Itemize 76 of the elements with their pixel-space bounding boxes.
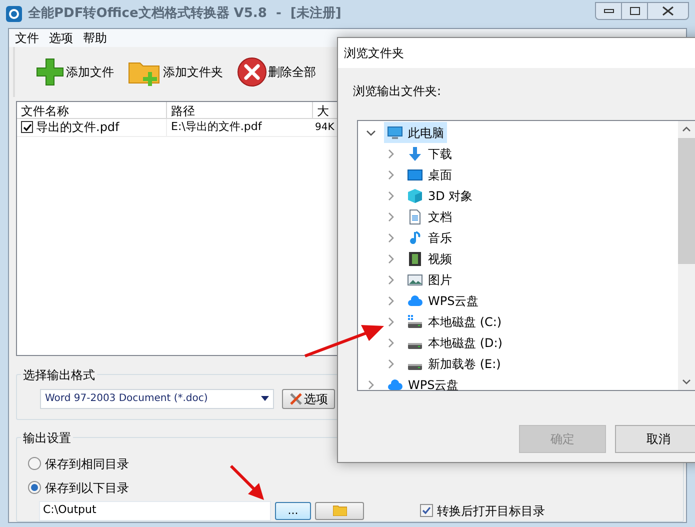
cloud-icon	[407, 292, 423, 308]
chevron-right-icon[interactable]	[386, 232, 396, 242]
column-header[interactable]: 文件名称	[17, 102, 167, 118]
window-title: 全能PDF转Office文档格式转换器 V5.8 - [未注册]	[28, 4, 342, 24]
chevron-right-icon[interactable]	[386, 338, 396, 348]
output-path-field[interactable]: C:\Output	[39, 500, 271, 521]
tree-item[interactable]: 图片	[404, 269, 455, 290]
cube-icon	[407, 188, 423, 204]
chevron-right-icon[interactable]	[386, 170, 396, 180]
checkbox-label: 转换后打开目标目录	[437, 502, 545, 520]
radio-button[interactable]	[28, 457, 41, 470]
folder-icon	[332, 505, 346, 516]
browse-button[interactable]: ...	[275, 502, 311, 520]
tree-item[interactable]: 本地磁盘 (D:)	[404, 332, 506, 353]
table-cell-text: E:\导出的文件.pdf	[170, 118, 263, 135]
plus-icon	[35, 56, 65, 87]
chevron-right-icon[interactable]	[386, 190, 396, 200]
tree-item[interactable]: 文档	[404, 206, 455, 227]
row-checkbox[interactable]	[21, 121, 33, 134]
options-button[interactable]: 选项	[282, 388, 335, 409]
download-icon	[407, 146, 423, 162]
tree-item[interactable]: 视频	[404, 248, 455, 269]
tree-item[interactable]: 3D 对象	[404, 185, 476, 206]
chevron-right-icon[interactable]	[386, 254, 396, 264]
tree-item[interactable]: 新加载卷 (E:)	[404, 353, 504, 374]
tree-item[interactable]: WPS云盘	[404, 290, 482, 311]
chevron-right-icon[interactable]	[386, 274, 396, 284]
desktop-icon	[407, 166, 423, 182]
computer-icon	[387, 124, 403, 140]
scrollbar[interactable]	[678, 121, 695, 390]
column-header[interactable]: 路径	[167, 102, 313, 118]
chevron-right-icon[interactable]	[386, 148, 396, 158]
tree-item[interactable]: 此电脑	[384, 122, 447, 143]
radio-button[interactable]	[28, 481, 41, 494]
folder-button[interactable]	[315, 502, 364, 520]
table-cell-text: 94K	[314, 120, 336, 135]
app-icon	[6, 6, 22, 22]
dialog-button[interactable]: 取消	[615, 425, 695, 453]
scrollbar-thumb[interactable]	[678, 138, 695, 264]
checkbox[interactable]	[420, 504, 433, 518]
chevron-right-icon[interactable]	[386, 296, 396, 306]
drive-icon	[407, 342, 423, 348]
tree-item[interactable]: 本地磁盘 (C:)	[404, 311, 505, 332]
cloud-icon	[387, 376, 403, 392]
table-cell-text: 导出的文件.pdf	[36, 119, 120, 136]
chevron-right-icon[interactable]	[386, 212, 396, 222]
chevron-down-icon[interactable]	[366, 128, 376, 138]
radio-label: 保存到相同目录	[45, 456, 129, 473]
tree-item[interactable]: 桌面	[404, 164, 455, 185]
chevron-right-icon[interactable]	[366, 380, 376, 390]
dialog-title: 浏览文件夹	[344, 45, 404, 62]
drive-icon	[407, 314, 423, 330]
delete-icon	[237, 56, 267, 87]
tree-item[interactable]: WPS云盘	[384, 374, 462, 395]
format-dropdown[interactable]: Word 97-2003 Document (*.doc)	[40, 388, 274, 409]
picture-icon	[407, 272, 423, 288]
dropdown-arrow-icon	[261, 396, 269, 402]
menu-item[interactable]: 选项	[49, 29, 73, 47]
checkmark-icon	[22, 122, 32, 132]
music-note-icon	[407, 230, 423, 246]
tree-item[interactable]: 下载	[404, 143, 455, 164]
dialog-prompt: 浏览输出文件夹:	[353, 83, 442, 100]
toolbar-button[interactable]: 添加文件	[35, 56, 114, 87]
checkmark-icon	[422, 506, 431, 516]
document-icon	[407, 208, 423, 224]
menu-item[interactable]: 帮助	[83, 29, 107, 47]
chevron-right-icon[interactable]	[386, 316, 396, 326]
menu-item[interactable]: 文件	[15, 29, 39, 47]
film-icon	[407, 250, 423, 266]
tools-icon	[289, 392, 303, 406]
radio-label: 保存到以下目录	[45, 480, 129, 497]
toolbar-button[interactable]: 删除全部	[237, 56, 316, 87]
chevron-right-icon[interactable]	[386, 358, 396, 368]
toolbar-button[interactable]: 添加文件夹	[128, 56, 223, 87]
drive-icon	[407, 364, 423, 370]
tree-item[interactable]: 音乐	[404, 227, 455, 248]
